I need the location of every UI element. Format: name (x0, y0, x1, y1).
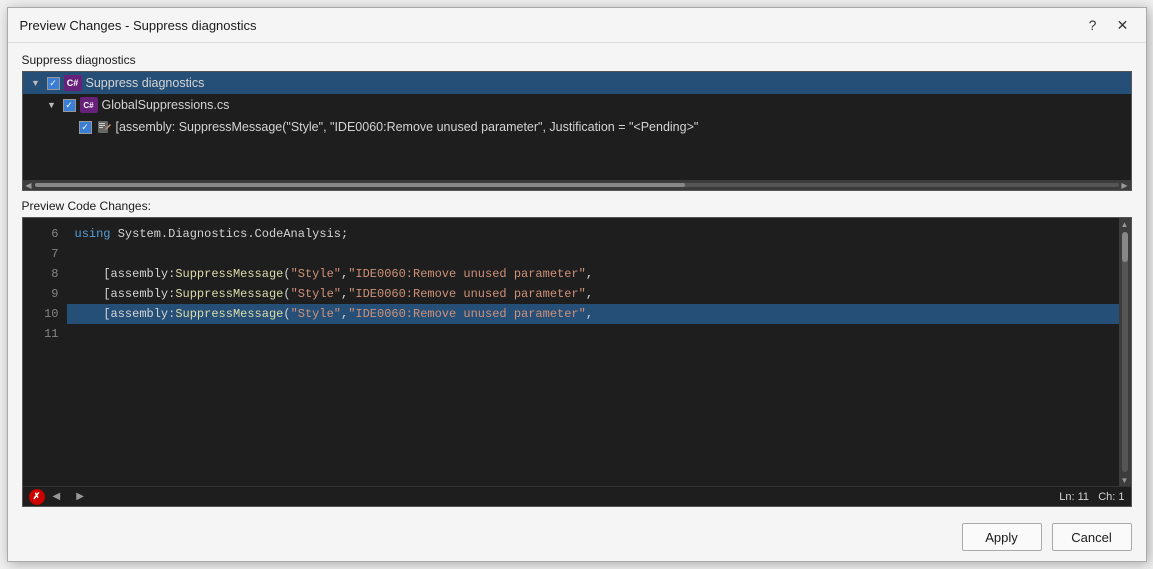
code-text: , (341, 304, 348, 324)
code-text: SuppressMessage (175, 264, 283, 284)
code-line (67, 324, 1119, 344)
code-text: SuppressMessage (175, 284, 283, 304)
code-preview-label: Preview Code Changes: (22, 199, 1132, 213)
line-number: 11 (23, 324, 59, 344)
keyword: using (75, 224, 111, 244)
tree-checkbox[interactable] (47, 77, 60, 90)
code-text (75, 304, 104, 324)
code-text: [ (103, 284, 110, 304)
line-number: 10 (23, 304, 59, 324)
code-text: , (586, 304, 593, 324)
code-text (75, 264, 104, 284)
code-text: [ (103, 264, 110, 284)
code-scrollbar-vertical[interactable]: ▲ ▼ (1119, 218, 1131, 486)
line-number: 7 (23, 244, 59, 264)
code-line: [assembly: SuppressMessage("Style", "IDE… (67, 284, 1119, 304)
code-text: "IDE0060:Remove unused parameter" (348, 304, 586, 324)
scroll-v-track[interactable] (1122, 232, 1128, 472)
title-bar: Preview Changes - Suppress diagnostics ?… (8, 8, 1146, 43)
scroll-right-icon[interactable]: ▶ (1119, 180, 1131, 190)
code-text: assembly: (111, 284, 176, 304)
line-number: 9 (23, 284, 59, 304)
code-text: ( (283, 284, 290, 304)
scroll-track[interactable] (35, 183, 1119, 187)
tree-section-label: Suppress diagnostics (22, 53, 1132, 67)
help-button[interactable]: ? (1082, 14, 1104, 36)
code-text: [ (103, 304, 110, 324)
tree-row-label: Suppress diagnostics (86, 76, 205, 90)
dialog-content: Suppress diagnostics ▼ C# Suppress diagn… (8, 43, 1146, 513)
code-text: "Style" (291, 264, 341, 284)
tree-row[interactable]: ▼ C# Suppress diagnostics (23, 72, 1131, 94)
apply-button[interactable]: Apply (962, 523, 1042, 551)
line-position: Ln: 11 (1059, 491, 1089, 503)
line-numbers: 6 7 8 9 10 11 (23, 218, 67, 486)
dialog-title: Preview Changes - Suppress diagnostics (20, 18, 257, 33)
line-number: 6 (23, 224, 59, 244)
title-bar-buttons: ? ✕ (1082, 14, 1134, 36)
tree-arrow-icon: ▼ (29, 76, 43, 90)
code-text: , (586, 284, 593, 304)
error-icon: ✗ (29, 489, 45, 505)
tree-row-label: GlobalSuppressions.cs (102, 98, 230, 112)
code-statusbar: ✗ ◀ ▶ Ln: 11 Ch: 1 (23, 486, 1131, 506)
dialog: Preview Changes - Suppress diagnostics ?… (7, 7, 1147, 562)
code-text: "Style" (291, 304, 341, 324)
code-text: "IDE0060:Remove unused parameter" (348, 284, 586, 304)
statusbar-left: ✗ ◀ ▶ (29, 489, 84, 505)
line-number: 8 (23, 264, 59, 284)
statusbar-position: Ln: 11 Ch: 1 (1059, 491, 1124, 503)
code-text: SuppressMessage (175, 304, 283, 324)
tree-row[interactable]: ▼ C# GlobalSuppressions.cs (39, 94, 1131, 116)
scroll-v-thumb[interactable] (1122, 232, 1128, 262)
cancel-button[interactable]: Cancel (1052, 523, 1132, 551)
code-text: , (586, 264, 593, 284)
code-line-highlighted: [assembly: SuppressMessage("Style", "IDE… (67, 304, 1119, 324)
statusbar-scroll-left-icon[interactable]: ◀ (53, 491, 61, 502)
file-edit-icon (96, 119, 112, 135)
tree-panel[interactable]: ▼ C# Suppress diagnostics ▼ C# GlobalSup… (22, 71, 1132, 191)
code-text (75, 284, 104, 304)
scroll-thumb[interactable] (35, 183, 685, 187)
code-line (67, 244, 1119, 264)
col-position: Ch: 1 (1098, 491, 1124, 503)
code-text: "Style" (291, 284, 341, 304)
code-line: [assembly: SuppressMessage("Style", "IDE… (67, 264, 1119, 284)
code-line: using System.Diagnostics.CodeAnalysis; (67, 224, 1119, 244)
code-area: 6 7 8 9 10 11 using System.Diagnostics.C… (23, 218, 1131, 486)
code-text: assembly: (111, 304, 176, 324)
scroll-left-icon[interactable]: ◀ (23, 180, 35, 190)
tree-scrollbar[interactable]: ◀ ▶ (23, 180, 1131, 190)
code-text: "IDE0060:Remove unused parameter" (348, 264, 586, 284)
code-text: System.Diagnostics.CodeAnalysis; (118, 224, 348, 244)
code-text: , (341, 264, 348, 284)
tree-checkbox[interactable] (79, 121, 92, 134)
code-text: assembly: (111, 264, 176, 284)
tree-checkbox[interactable] (63, 99, 76, 112)
code-text: ( (283, 304, 290, 324)
close-button[interactable]: ✕ (1112, 14, 1134, 36)
tree-row-label: [assembly: SuppressMessage("Style", "IDE… (116, 120, 699, 134)
scroll-down-icon[interactable]: ▼ (1119, 474, 1131, 486)
dialog-footer: Apply Cancel (8, 513, 1146, 561)
code-lines: using System.Diagnostics.CodeAnalysis; [… (67, 218, 1119, 486)
code-panel: 6 7 8 9 10 11 using System.Diagnostics.C… (22, 217, 1132, 507)
code-text: ( (283, 264, 290, 284)
tree-arrow-icon: ▼ (45, 98, 59, 112)
tree-row[interactable]: ▼ [assembly: SuppressMessage("Style", "I… (55, 116, 1131, 138)
scroll-up-icon[interactable]: ▲ (1119, 218, 1131, 230)
statusbar-scroll-right-icon[interactable]: ▶ (76, 491, 84, 502)
csharp-badge-icon: C# (64, 75, 82, 91)
cs-file-icon: C# (80, 97, 98, 113)
code-text: , (341, 284, 348, 304)
